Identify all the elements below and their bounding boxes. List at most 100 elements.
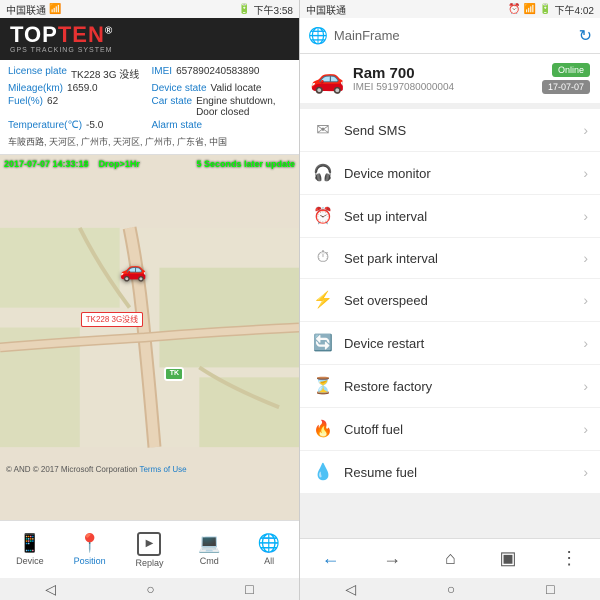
nav-device[interactable]: 📱 Device	[5, 533, 55, 566]
send-sms-icon: ✉	[312, 120, 334, 140]
recent-phone-btn-right[interactable]: □	[546, 581, 554, 597]
right-topbar: 🌐 MainFrame ↻	[300, 18, 600, 54]
phone-bottom-bar-right: ◁ ○ □	[300, 578, 600, 600]
map-copyright: © AND © 2017 Microsoft Corporation Terms…	[6, 465, 187, 474]
right-carrier: 中国联通	[306, 2, 346, 17]
nav-replay-label: Replay	[135, 558, 163, 568]
badge-online: Online	[552, 63, 590, 77]
alarm-label: Alarm state	[152, 120, 203, 131]
park-interval-icon: ⏱	[312, 249, 334, 267]
back-btn[interactable]: ◁	[45, 581, 56, 598]
nav-all[interactable]: 🌐 All	[244, 533, 294, 566]
menu-item-restore[interactable]: ⏳ Restore factory›	[300, 365, 600, 408]
refresh-icon[interactable]: ↻	[579, 26, 592, 46]
device-state-value: Valid locate	[211, 83, 262, 94]
vehicle-name: Ram 700	[353, 65, 534, 82]
replay-icon: ▶	[137, 532, 161, 556]
tracker-marker: TK	[164, 367, 184, 381]
map-timestamp: 2017-07-07 14:33:18 Drop>1Hr	[4, 159, 140, 169]
resume-fuel-icon: 💧	[312, 462, 334, 482]
nav-position-label: Position	[74, 556, 106, 566]
device-monitor-icon: 🎧	[312, 163, 334, 183]
nav-replay[interactable]: ▶ Replay	[124, 532, 174, 568]
set-interval-chevron: ›	[583, 208, 588, 224]
vehicle-image: 🚗	[310, 62, 345, 95]
fuel-label: Fuel(%)	[8, 96, 43, 118]
menu-item-park-interval[interactable]: ⏱Set park interval›	[300, 238, 600, 279]
device-monitor-chevron: ›	[583, 165, 588, 181]
overspeed-icon: ⚡	[312, 290, 334, 310]
restart-chevron: ›	[583, 335, 588, 351]
menu-item-resume-fuel[interactable]: 💧Resume fuel›	[300, 451, 600, 493]
restart-icon: 🔄	[312, 333, 334, 353]
app-logo: TOPTEN® GPS TRACKING SYSTEM	[10, 24, 113, 54]
restore-chevron: ›	[583, 378, 588, 394]
cutoff-fuel-label: Cutoff fuel	[344, 422, 583, 437]
nav-all-label: All	[264, 556, 274, 566]
menu-item-cutoff-fuel[interactable]: 🔥Cutoff fuel›	[300, 408, 600, 451]
car-icon: 🚗	[120, 257, 147, 283]
car-state-label: Car state	[152, 96, 193, 118]
vehicle-badges: Online 17-07-07	[542, 63, 590, 94]
restore-label: Restore factory	[344, 379, 583, 394]
nav-cmd-label: Cmd	[200, 556, 219, 566]
vehicle-card: 🚗 Ram 700 IMEI 59197080000004 Online 17-…	[300, 54, 600, 109]
send-sms-label: Send SMS	[344, 123, 583, 138]
cmd-icon: 💻	[198, 533, 220, 554]
right-bottom-nav: ← → ⌂ ▣ ⋮	[300, 538, 600, 578]
fuel-value: 62	[47, 96, 58, 118]
badge-date: 17-07-07	[542, 80, 590, 94]
map-update: 5 Seconds later update	[196, 159, 295, 169]
recent-btn[interactable]: □	[245, 581, 253, 597]
terms-link[interactable]: Terms of Use	[139, 465, 186, 474]
right-status-bar: 中国联通 ⏰ 📶 🔋 下午4:02	[300, 0, 600, 18]
map-container[interactable]: 2017-07-07 14:33:18 Drop>1Hr 5 Seconds l…	[0, 155, 299, 520]
menu-item-overspeed[interactable]: ⚡Set overspeed›	[300, 279, 600, 322]
restore-icon: ⏳	[312, 376, 334, 396]
nav-cmd[interactable]: 💻 Cmd	[184, 533, 234, 566]
license-label: License plate	[8, 66, 67, 81]
resume-fuel-chevron: ›	[583, 464, 588, 480]
mileage-label: Mileage(km)	[8, 83, 63, 94]
nav-position[interactable]: 📍 Position	[65, 533, 115, 566]
menu-items: ✉Send SMS›🎧Device monitor›⏰Set up interv…	[300, 109, 600, 493]
device-monitor-label: Device monitor	[344, 166, 583, 181]
overspeed-chevron: ›	[583, 292, 588, 308]
menu-item-device-monitor[interactable]: 🎧 Device monitor›	[300, 152, 600, 195]
more-nav-btn[interactable]: ⋮	[552, 548, 586, 569]
forward-nav-btn[interactable]: →	[375, 548, 409, 569]
menu-item-send-sms[interactable]: ✉ Send SMS›	[300, 109, 600, 152]
cutoff-fuel-icon: 🔥	[312, 419, 334, 439]
globe-icon: 🌐	[308, 26, 328, 46]
home-phone-btn-right[interactable]: ○	[447, 581, 455, 597]
tabs-nav-btn[interactable]: ▣	[492, 548, 525, 569]
left-status-bar: 中国联通 📶 🔋 下午3:58	[0, 0, 299, 18]
back-phone-btn-right[interactable]: ◁	[345, 581, 356, 598]
position-icon: 📍	[78, 533, 100, 554]
car-state-value: Engine shutdown, Door closed	[196, 96, 291, 118]
car-label: TK228 3G没线	[81, 312, 143, 327]
back-nav-btn[interactable]: ←	[314, 548, 348, 569]
mileage-value: 1659.0	[67, 83, 98, 94]
menu-item-restart[interactable]: 🔄Device restart›	[300, 322, 600, 365]
nav-device-label: Device	[16, 556, 44, 566]
imei-label: IMEI	[152, 66, 173, 81]
temp-value: -5.0	[86, 120, 103, 131]
license-value: TK228 3G 没线	[71, 66, 139, 81]
app-header: TOPTEN® GPS TRACKING SYSTEM	[0, 18, 299, 60]
set-interval-label: Set up interval	[344, 209, 583, 224]
phone-bottom-bar-left: ◁ ○ □	[0, 578, 299, 600]
send-sms-chevron: ›	[583, 122, 588, 138]
info-card: License plate TK228 3G 没线 IMEI 657890240…	[0, 60, 299, 155]
logo-brand: TOPTEN®	[10, 24, 113, 46]
park-interval-label: Set park interval	[344, 251, 583, 266]
home-nav-btn[interactable]: ⌂	[437, 548, 464, 569]
left-status-carrier: 中国联通 📶	[6, 2, 61, 17]
home-btn[interactable]: ○	[146, 581, 154, 597]
menu-section-commands: ✉Send SMS›🎧Device monitor›⏰Set up interv…	[300, 109, 600, 493]
menu-item-set-interval[interactable]: ⏰ Set up interval›	[300, 195, 600, 238]
vehicle-info: Ram 700 IMEI 59197080000004	[353, 65, 534, 93]
device-icon: 📱	[19, 533, 41, 554]
set-interval-icon: ⏰	[312, 206, 334, 226]
all-icon: 🌐	[258, 533, 280, 554]
